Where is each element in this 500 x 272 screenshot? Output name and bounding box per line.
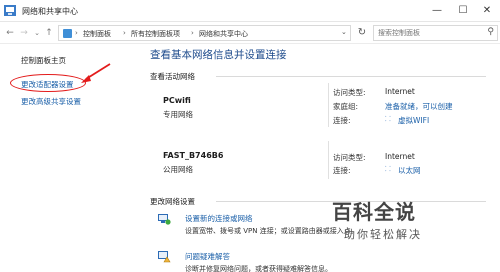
troubleshoot-link[interactable]: 问题疑难解答 (185, 251, 230, 262)
breadcrumb-all-items[interactable]: 所有控制面板项 (131, 29, 180, 39)
column-divider (328, 141, 329, 179)
annotation-ellipse (10, 74, 86, 92)
troubleshoot-description: 诊断并修复网络问题，或者获得疑难解答信息。 (185, 265, 332, 272)
page-title: 查看基本网络信息并设置连接 (150, 49, 287, 61)
network-name: PCwifi (163, 96, 191, 105)
access-type-label: 访问类型: (333, 88, 366, 97)
address-toolbar: ← → ⌄ ↑ › 控制面板 › 所有控制面板项 › 网络和共享中心 ⌄ ↻ ⚲ (0, 22, 500, 44)
sidebar-item-change-sharing-settings[interactable]: 更改高级共享设置 (21, 96, 81, 107)
window-title: 网络和共享中心 (22, 7, 78, 16)
watermark-subtitle: 助你轻松解决 (344, 228, 422, 241)
recent-locations-button[interactable]: ⌄ (31, 26, 43, 40)
ethernet-icon: ⸬ (385, 165, 391, 173)
connection-link-virtual-wifi[interactable]: 虚拟WIFI (398, 115, 429, 126)
setup-connection-link[interactable]: 设置新的连接或网络 (185, 213, 253, 224)
minimize-button[interactable]: — (424, 2, 450, 20)
title-bar: 网络和共享中心 — ☐ ✕ (0, 0, 500, 22)
sidebar: 控制面板主页 更改适配器设置 更改高级共享设置 (0, 45, 140, 272)
connection-label: 连接: (333, 166, 351, 175)
breadcrumb-separator: › (123, 29, 126, 37)
active-networks-heading: 查看活动网络 (150, 72, 195, 81)
breadcrumb-control-panel[interactable]: 控制面板 (83, 29, 111, 39)
section-divider (216, 76, 486, 77)
address-dropdown-icon[interactable]: ⌄ (341, 28, 347, 36)
new-connection-icon (158, 214, 171, 225)
refresh-button[interactable]: ↻ (355, 26, 369, 40)
breadcrumb-separator: › (75, 29, 78, 37)
watermark-logo: 百科全说 (332, 200, 416, 224)
annotation-arrow (81, 63, 111, 83)
access-type-label: 访问类型: (333, 153, 366, 162)
troubleshoot-icon (158, 251, 171, 263)
access-type-value: Internet (385, 87, 415, 96)
network-category: 公用网络 (163, 165, 193, 174)
network-name: FAST_B746B6 (163, 151, 224, 160)
breadcrumb-separator: › (191, 29, 194, 37)
homegroup-label: 家庭组: (333, 102, 359, 111)
connection-link-ethernet[interactable]: 以太网 (398, 165, 421, 176)
connection-label: 连接: (333, 116, 351, 125)
search-input[interactable] (378, 27, 478, 39)
up-button[interactable]: ↑ (43, 26, 55, 40)
column-divider (328, 83, 329, 127)
maximize-button[interactable]: ☐ (450, 2, 476, 20)
address-bar[interactable]: › 控制面板 › 所有控制面板项 › 网络和共享中心 ⌄ (58, 25, 351, 41)
control-panel-icon (63, 29, 72, 38)
homegroup-link[interactable]: 准备就绪，可以创建 (385, 101, 453, 112)
close-button[interactable]: ✕ (474, 2, 500, 20)
network-category: 专用网络 (163, 110, 193, 119)
watermark: 百科全说 助你轻松解决 (332, 196, 462, 246)
forward-button[interactable]: → (18, 26, 30, 40)
search-icon[interactable]: ⚲ (487, 27, 494, 37)
access-type-value: Internet (385, 152, 415, 161)
change-settings-heading: 更改网络设置 (150, 197, 195, 206)
search-box[interactable]: ⚲ (373, 25, 498, 41)
sidebar-item-control-panel-home[interactable]: 控制面板主页 (21, 55, 66, 66)
breadcrumb-network-center[interactable]: 网络和共享中心 (199, 29, 248, 39)
network-center-icon (4, 5, 16, 16)
back-button[interactable]: ← (4, 26, 16, 40)
wifi-icon: ⸬ (385, 115, 391, 123)
